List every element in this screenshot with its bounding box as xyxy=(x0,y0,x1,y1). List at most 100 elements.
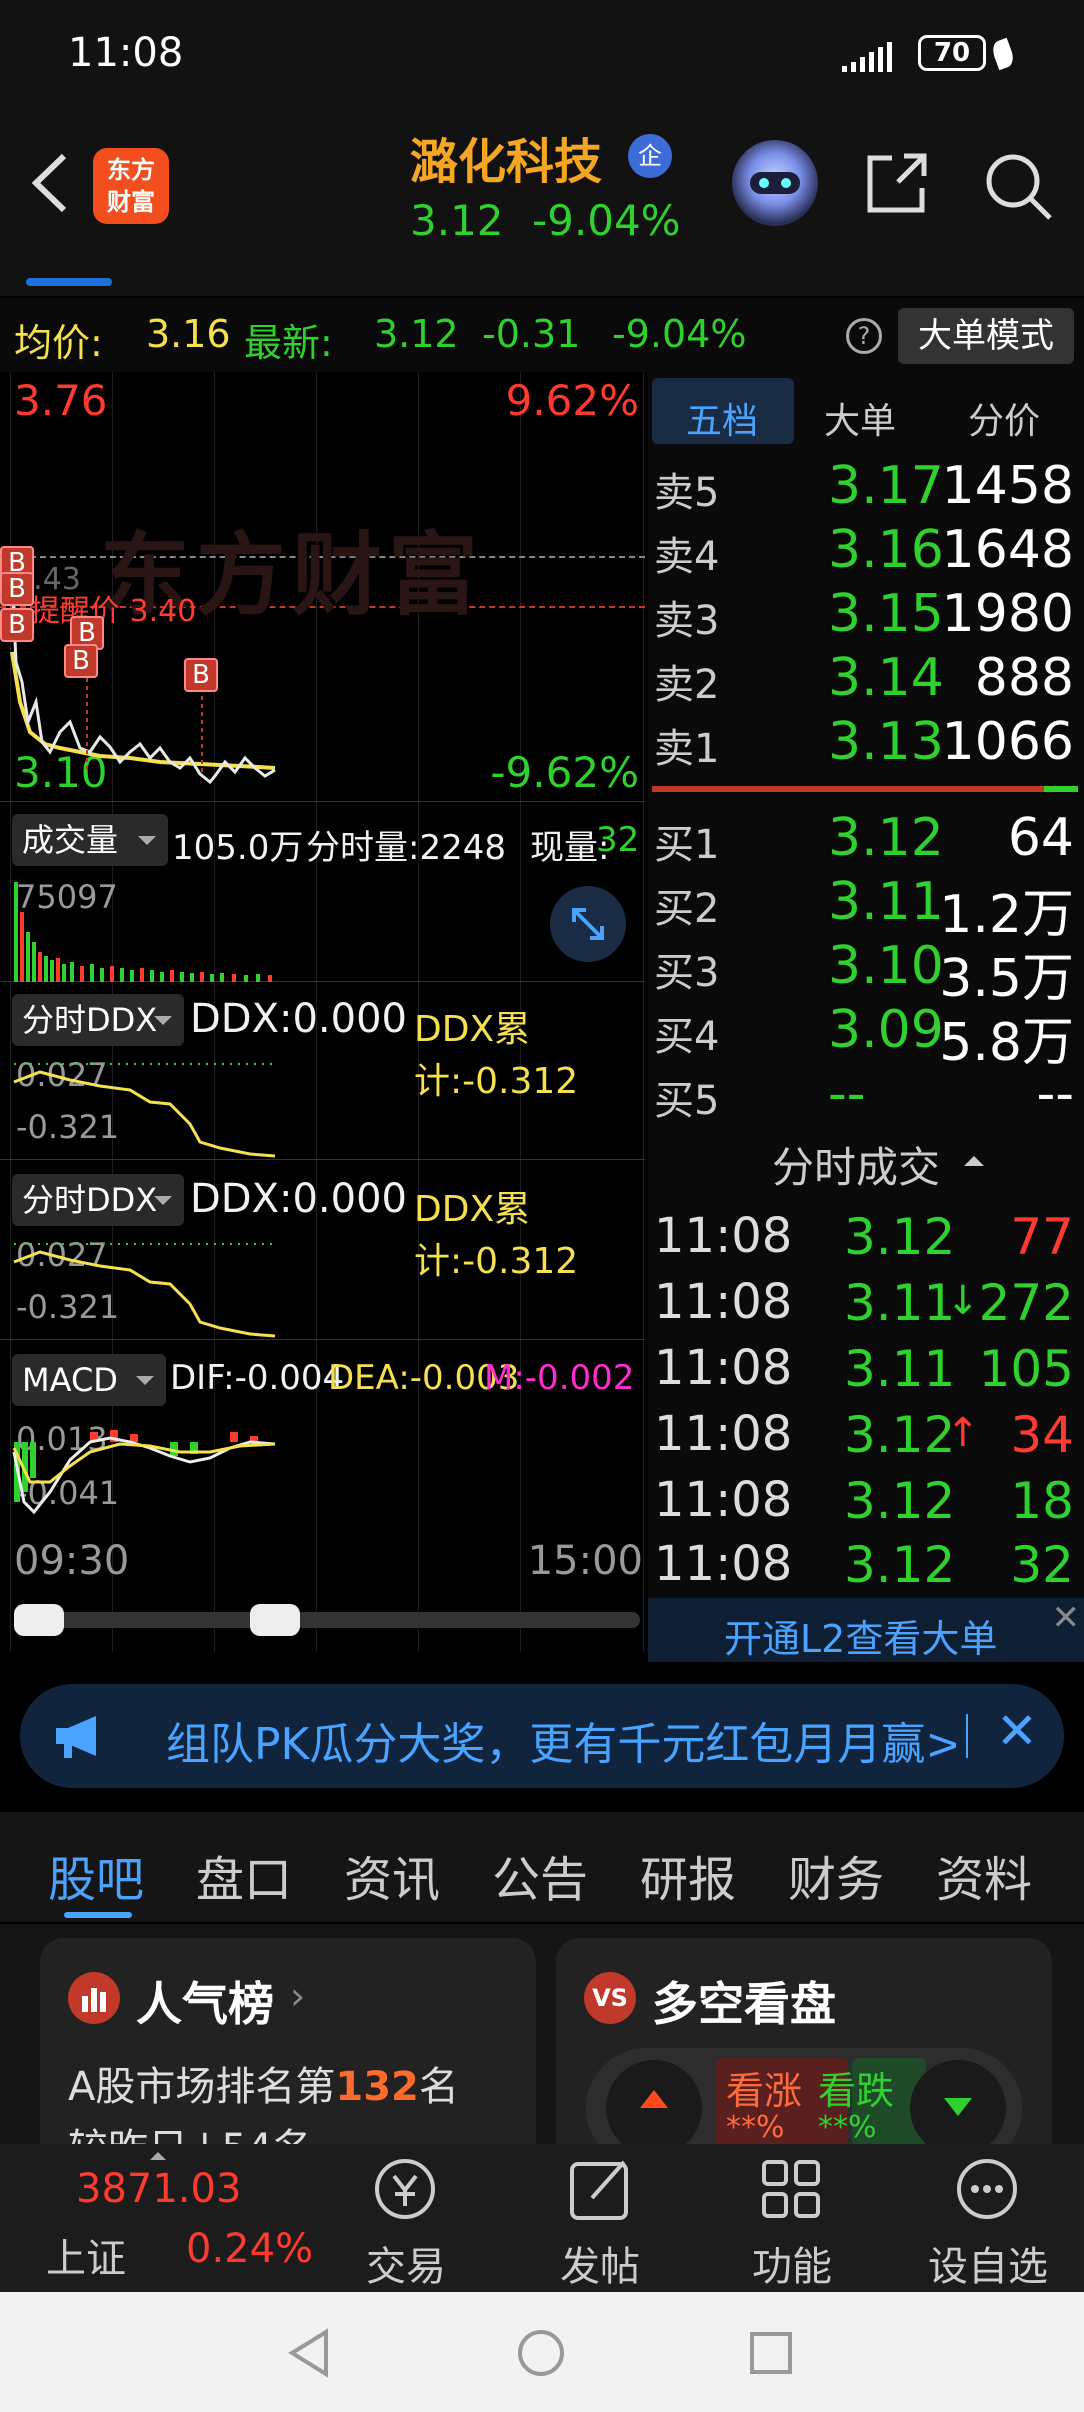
vs-icon: VS xyxy=(584,1972,636,2024)
macd-indicator-select[interactable]: MACD xyxy=(12,1354,166,1406)
trades-title[interactable]: 分时成交 xyxy=(772,1134,940,1195)
ddx-indicator-select-1[interactable]: 分时DDX xyxy=(12,994,184,1046)
buy-level-label: 买2 xyxy=(654,886,720,932)
sell-level-row[interactable]: 卖3 3.15 1980 xyxy=(648,584,1084,648)
volume-chart[interactable]: 75097 xyxy=(0,872,645,982)
share-icon[interactable] xyxy=(862,148,932,218)
sentiment-title: 多空看盘 xyxy=(652,1977,836,2031)
sell-level-price: 3.15 xyxy=(828,584,944,644)
bull-label: 看涨 xyxy=(726,2069,803,2113)
tab-finance[interactable]: 财务 xyxy=(788,1840,884,1910)
banner-divider xyxy=(966,1714,968,1758)
latest-label: 最新: xyxy=(244,321,333,365)
sentiment-card[interactable]: VS 多空看盘 看涨 **% 看跌 **% xyxy=(556,1938,1052,2144)
range-handle-right[interactable] xyxy=(250,1604,300,1636)
tab-market[interactable]: 盘口 xyxy=(196,1840,292,1910)
sell-level-row[interactable]: 卖5 3.17 1458 xyxy=(648,456,1084,520)
ddx-chart-2[interactable]: 0.027 -0.321 xyxy=(0,1232,645,1340)
sell-level-row[interactable]: 卖4 3.16 1648 xyxy=(648,520,1084,584)
macd-chart[interactable]: 0.013 -0.041 xyxy=(0,1412,645,1532)
expand-icon xyxy=(572,908,604,940)
buy-marker[interactable]: B xyxy=(0,572,34,606)
nav-trade[interactable]: 交易 xyxy=(366,2234,446,2292)
promo-banner[interactable]: 组队PK瓜分大奖，更有千元红包月月赢> ✕ xyxy=(20,1684,1064,1788)
ai-robot-icon[interactable] xyxy=(732,140,818,226)
buy-level-row[interactable]: 买4 3.09 5.8万 xyxy=(648,1000,1084,1073)
index-name[interactable]: 上证 xyxy=(46,2226,126,2284)
l2-upgrade-bar[interactable]: 开通L2查看大单 ✕ xyxy=(648,1598,1084,1662)
logo-text-top: 东方 xyxy=(107,156,155,184)
tab-announcements[interactable]: 公告 xyxy=(492,1840,588,1910)
bull-pct: **% xyxy=(726,2110,785,2144)
trade-volume: 77 xyxy=(1010,1208,1074,1266)
logo-text-bottom: 财富 xyxy=(107,188,155,216)
tab-price-distribution[interactable]: 分价 xyxy=(968,392,1040,444)
index-expand-icon[interactable] xyxy=(150,2144,166,2160)
trade-volume: 105 xyxy=(978,1340,1074,1398)
nav-function[interactable]: 功能 xyxy=(750,2234,834,2292)
sell-level-row[interactable]: 卖1 3.13 1066 xyxy=(648,712,1084,776)
intraday-chart-panel[interactable]: 东方财富 3.76 9.62% 3.43 提醒价 3.40 3.10 -9.62… xyxy=(0,372,645,1652)
index-change-pct[interactable]: 0.24% xyxy=(186,2226,313,2272)
banner-close-icon[interactable]: ✕ xyxy=(996,1702,1038,1760)
tab-profile[interactable]: 资料 xyxy=(936,1840,1032,1910)
tab-news[interactable]: 资讯 xyxy=(344,1840,440,1910)
price-line-svg xyxy=(10,571,276,785)
eastmoney-logo[interactable]: 东方 财富 xyxy=(93,148,169,224)
buy-marker[interactable]: B xyxy=(0,608,34,642)
tab-forum[interactable]: 股吧 xyxy=(48,1840,144,1910)
help-icon[interactable]: ? xyxy=(846,318,882,354)
nav-add-watchlist[interactable]: 设自选 xyxy=(926,2234,1050,2292)
stock-name[interactable]: 潞化科技 xyxy=(410,122,602,192)
sell-level-price: 3.17 xyxy=(828,456,944,516)
sell-level-row[interactable]: 卖2 3.14 888 xyxy=(648,648,1084,712)
tab-research[interactable]: 研报 xyxy=(640,1840,736,1910)
rank-number: 132 xyxy=(335,2064,419,2110)
system-home-icon[interactable] xyxy=(516,2328,566,2378)
time-range-slider[interactable] xyxy=(14,1612,640,1628)
buy-marker[interactable]: B xyxy=(64,644,98,678)
sell-level-volume: 1066 xyxy=(941,712,1074,772)
volume-indicator-select[interactable]: 成交量 xyxy=(12,814,168,866)
latest-value: 3.12 xyxy=(374,312,459,356)
buy-level-volume: -- xyxy=(1036,1064,1074,1124)
buy-level-row[interactable]: 买3 3.10 3.5万 xyxy=(648,936,1084,1009)
trade-volume: 18 xyxy=(1010,1472,1074,1530)
tab-big-orders[interactable]: 大单 xyxy=(824,392,896,444)
sell-level-volume: 1980 xyxy=(941,584,1074,644)
l2-upgrade-link[interactable]: 开通L2查看大单 xyxy=(724,1608,997,1663)
avg-value: 3.16 xyxy=(146,312,231,356)
header-price: 3.12 xyxy=(410,196,504,245)
trade-row: 11:08 3.11 ↓ 272 xyxy=(648,1274,1084,1338)
system-back-icon[interactable] xyxy=(286,2328,334,2378)
rank-prefix: A股市场排名第 xyxy=(68,2064,336,2110)
index-value[interactable]: 3871.03 xyxy=(76,2166,241,2212)
back-icon[interactable] xyxy=(26,148,76,218)
tab-five-levels[interactable]: 五档 xyxy=(686,392,758,444)
buy-level-row[interactable]: 买1 3.12 64 xyxy=(648,808,1084,872)
bottom-nav: 3871.03 上证 0.24% 交易 发帖 功能 设自选 xyxy=(0,2144,1084,2292)
trade-time: 11:08 xyxy=(654,1536,793,1592)
big-order-mode-button[interactable]: 大单模式 xyxy=(898,308,1074,364)
rank-suffix: 名 xyxy=(418,2064,459,2110)
popularity-card[interactable]: 人气榜 › A股市场排名第132名 较昨日↓54名 xyxy=(40,1938,536,2144)
time-axis-start: 09:30 xyxy=(14,1538,130,1584)
buy-marker[interactable]: B xyxy=(184,658,218,692)
buy-level-price: 3.12 xyxy=(828,808,944,868)
ddx-line-svg-1 xyxy=(13,1063,276,1158)
system-recents-icon[interactable] xyxy=(748,2330,794,2376)
buy-level-row[interactable]: 买5 -- -- xyxy=(648,1064,1084,1128)
trade-price: 3.11 xyxy=(844,1274,956,1332)
buy-level-row[interactable]: 买2 3.11 1.2万 xyxy=(648,872,1084,945)
range-handle-left[interactable] xyxy=(14,1604,64,1636)
ddx-chart-1[interactable]: 0.027 -0.321 xyxy=(0,1052,645,1160)
price-chart[interactable]: 东方财富 3.76 9.62% 3.43 提醒价 3.40 3.10 -9.62… xyxy=(0,372,645,802)
expand-button[interactable] xyxy=(550,886,626,962)
trade-time: 11:08 xyxy=(654,1406,793,1462)
trade-time: 11:08 xyxy=(654,1274,793,1330)
search-icon[interactable] xyxy=(980,148,1056,224)
close-icon[interactable]: ✕ xyxy=(1052,1598,1081,1638)
ddx-indicator-select-2[interactable]: 分时DDX xyxy=(12,1174,184,1226)
post-icon xyxy=(570,2160,628,2220)
nav-post[interactable]: 发帖 xyxy=(560,2234,640,2292)
